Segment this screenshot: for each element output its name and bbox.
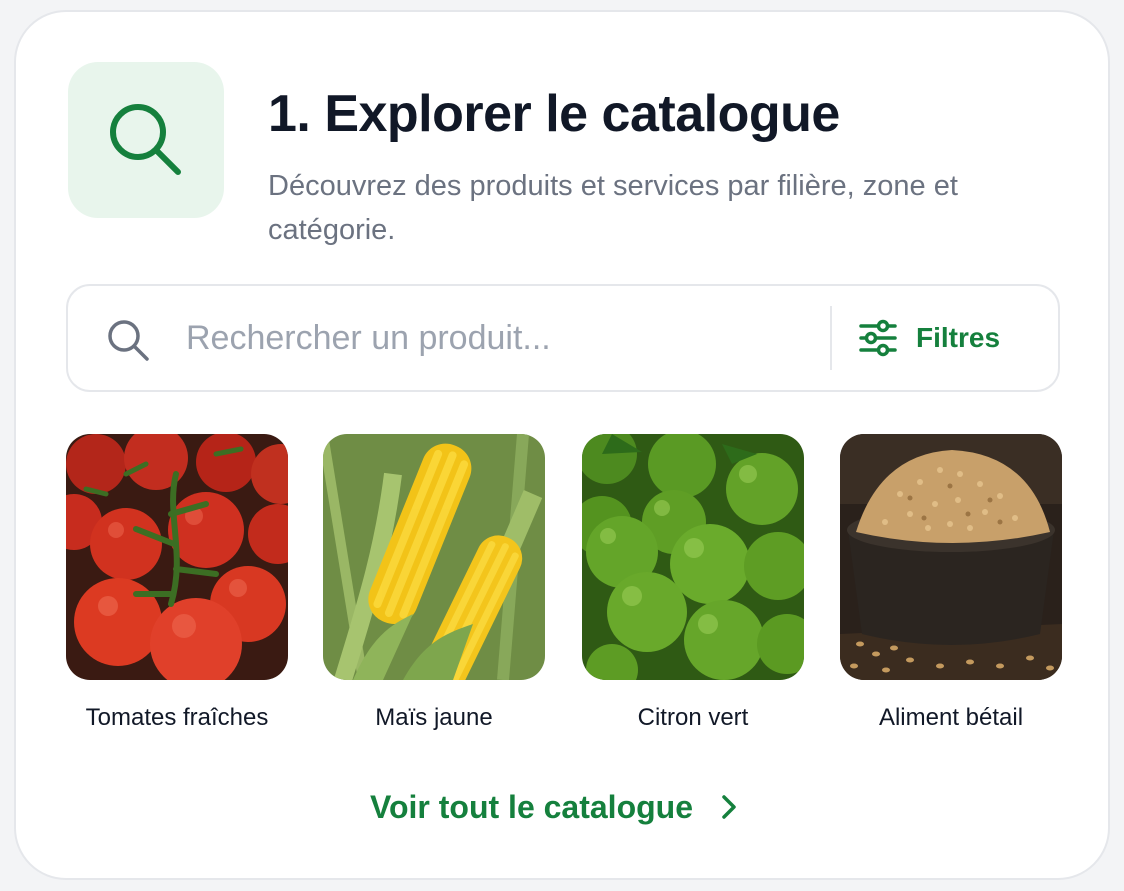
search-divider [830,306,832,370]
product-card-corn[interactable]: Maïs jaune [323,434,545,732]
livestock-feed-image [840,434,1062,680]
search-input[interactable] [186,306,806,370]
product-label: Maïs jaune [375,704,493,731]
page-title: 1. Explorer le catalogue [268,85,840,143]
limes-image [582,434,804,680]
page-subtitle: Découvrez des produits et services par f… [268,170,958,246]
chevron-right-icon [722,795,736,819]
product-label: Citron vert [637,704,749,731]
magnifier-icon [108,320,149,361]
search-icon [110,104,181,175]
filters-button[interactable]: Filtres [858,304,1038,372]
search-field-icon [104,316,152,364]
see-all-catalogue-link[interactable]: Voir tout le catalogue [370,782,739,832]
tomatoes-image [66,434,288,680]
product-card-limes[interactable]: Citron vert [582,434,804,732]
product-card-livestock-feed[interactable]: Aliment bétail [840,434,1062,732]
header-icon-tile [68,62,224,218]
product-label: Aliment bétail [878,704,1024,731]
corn-image [323,434,545,680]
see-all-label: Voir tout le catalogue [370,788,693,825]
catalogue-card: 1. Explorer le catalogue Découvrez des p… [14,10,1110,880]
filters-label: Filtres [916,322,1001,353]
product-card-tomatoes[interactable]: Tomates fraîches [66,434,288,732]
product-label: Tomates fraîches [85,704,269,731]
search-bar: Filtres [66,284,1060,392]
product-grid: Tomates fraîches Maïs jaune Citron vert … [66,434,1062,734]
sliders-icon [859,319,897,357]
